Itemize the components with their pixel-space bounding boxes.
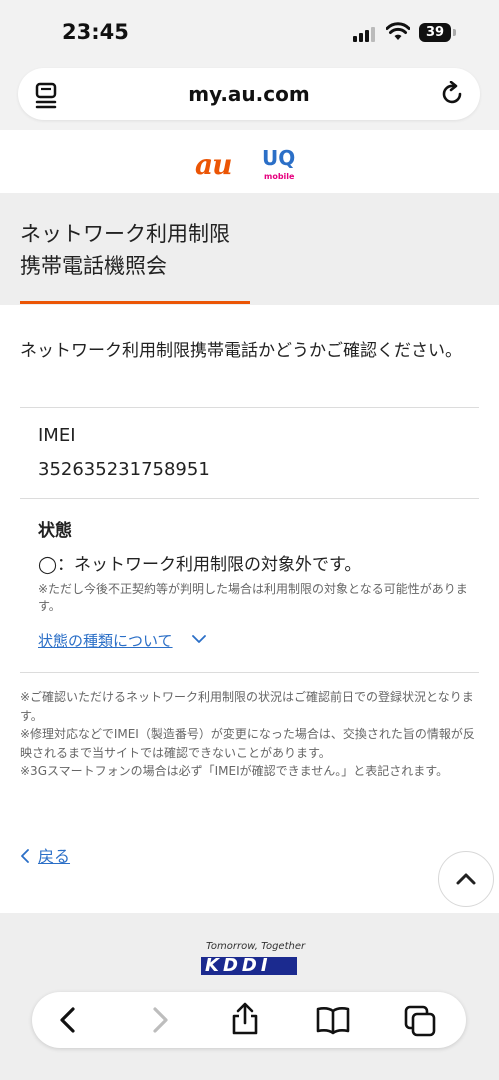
chevron-up-icon: [456, 873, 476, 885]
status-time: 23:45: [62, 20, 129, 44]
battery-tip: [453, 29, 456, 36]
chevron-left-icon: [21, 849, 29, 863]
divider: [20, 498, 479, 499]
footer-tagline: Tomorrow, Together: [206, 941, 306, 952]
uq-logo: UQ: [262, 146, 296, 170]
share-icon[interactable]: [229, 1002, 261, 1036]
back-icon[interactable]: [54, 1005, 84, 1035]
tabs-icon[interactable]: [404, 1005, 436, 1037]
status-note: ※ただし今後不正契約等が判明した場合は利用制限の対象となる可能性があります。: [38, 582, 468, 613]
status-label: 状態: [38, 521, 72, 541]
cellular-signal-icon: [353, 27, 375, 42]
status-value: ◯：ネットワーク利用制限の対象外です。: [38, 555, 362, 575]
back-link-label[interactable]: 戻る: [38, 847, 70, 866]
imei-value: 352635231758951: [38, 459, 210, 480]
status-types-link[interactable]: 状態の種類について: [38, 630, 173, 651]
imei-label: IMEI: [38, 425, 76, 446]
status-bar: 23:45 39: [0, 0, 499, 62]
scroll-to-top-button[interactable]: [438, 851, 494, 907]
page-title-line2: 携帯電話機照会: [20, 254, 167, 278]
wifi-icon: [386, 22, 410, 40]
url-text[interactable]: my.au.com: [18, 82, 480, 106]
note-item: ※ご確認いただけるネットワーク利用制限の状況はご確認前日での登録状況となります。: [20, 690, 474, 723]
note-item: ※修理対応などでIMEI（製造番号）が変更になった場合は、交換された旨の情報が反…: [20, 727, 475, 760]
kddi-logo: KDDI: [201, 957, 297, 975]
page-title-band: ネットワーク利用制限 携帯電話機照会: [0, 193, 499, 305]
au-logo: au: [195, 148, 232, 181]
title-accent-underline: [20, 301, 250, 304]
bookmarks-icon[interactable]: [315, 1005, 351, 1035]
notes-list: ※ご確認いただけるネットワーク利用制限の状況はご確認前日での登録状況となります。…: [20, 688, 482, 781]
note-item: ※3Gスマートフォンの場合は必ず「IMEIが確認できません。」と表記されます。: [20, 764, 449, 778]
back-link[interactable]: 戻る: [20, 843, 70, 867]
page-title-line1: ネットワーク利用制限: [20, 222, 230, 246]
kddi-logo-text: KDDI: [205, 957, 272, 975]
reload-icon[interactable]: [440, 81, 466, 107]
brand-logos: au UQ mobile: [0, 140, 499, 190]
divider: [20, 407, 479, 408]
battery-indicator: 39: [419, 23, 451, 42]
chevron-down-icon[interactable]: [192, 634, 206, 644]
uq-mobile-label: mobile: [264, 172, 295, 181]
intro-text: ネットワーク利用制限携帯電話かどうかご確認ください。: [20, 341, 462, 361]
divider: [20, 672, 479, 673]
browser-toolbar: [32, 992, 466, 1048]
address-bar[interactable]: my.au.com: [18, 68, 480, 120]
forward-icon[interactable]: [144, 1005, 174, 1035]
